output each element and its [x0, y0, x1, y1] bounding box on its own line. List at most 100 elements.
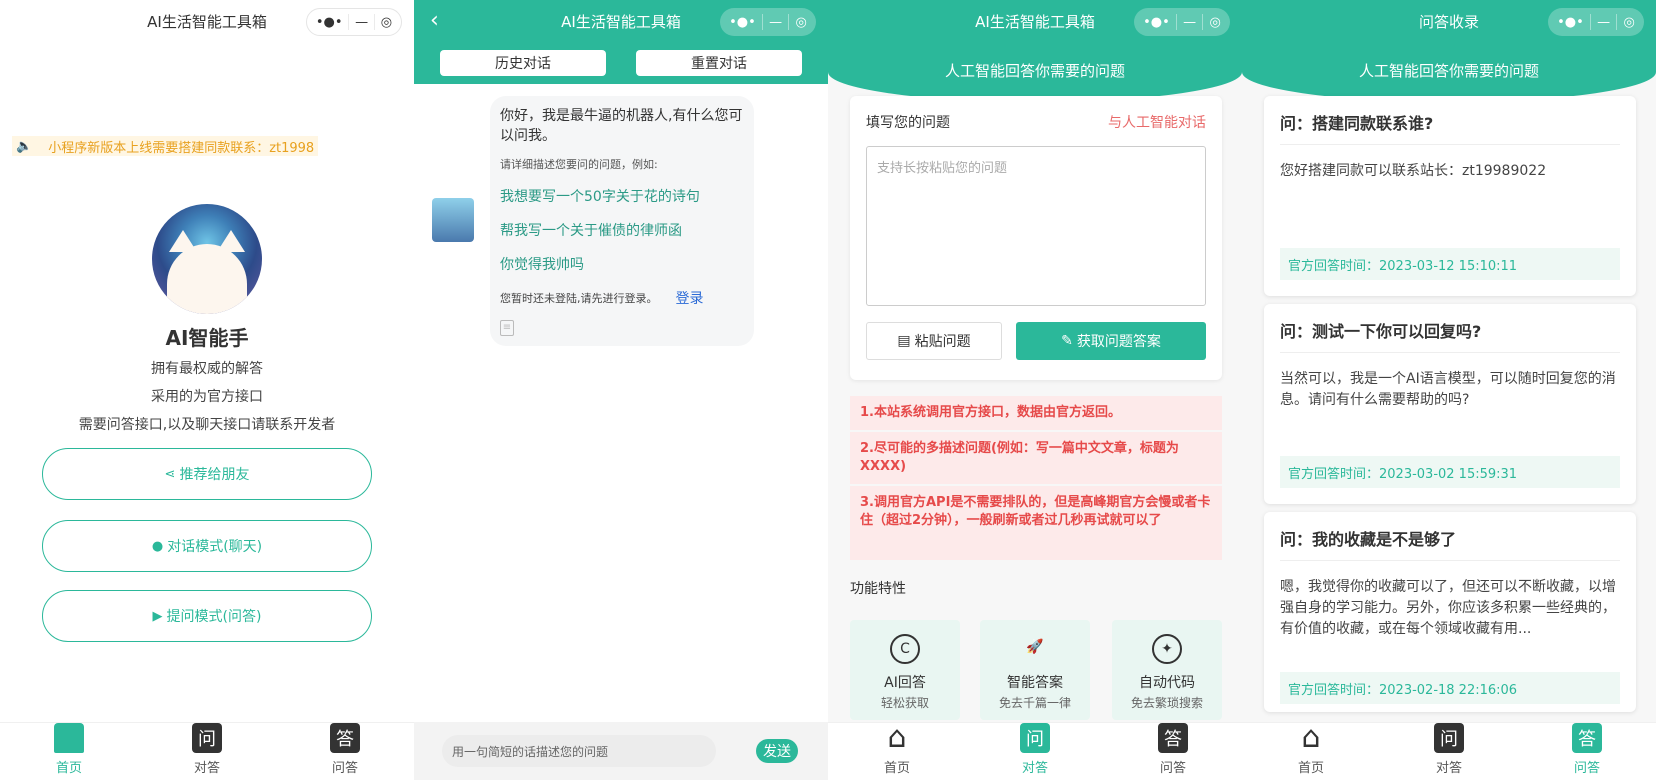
- speaker-icon: 🔈: [16, 138, 33, 154]
- share-button[interactable]: ⋖ 推荐给朋友: [42, 448, 372, 500]
- action-bar: 历史对话 重置对话: [414, 42, 828, 84]
- minimize-icon[interactable]: —: [1597, 15, 1610, 30]
- tab-label: 问答: [1159, 761, 1186, 776]
- header: ‹ AI生活智能工具箱 •●• — ◎: [414, 0, 828, 42]
- capsule-divider: [761, 14, 763, 30]
- description-line: 采用的为官方接口: [151, 389, 263, 405]
- home-icon: [54, 723, 84, 753]
- document-icon: ▤: [897, 333, 911, 349]
- more-icon[interactable]: •●•: [1557, 15, 1584, 30]
- close-icon[interactable]: ◎: [381, 15, 392, 30]
- notice-marquee: 🔈 小程序新版本上线需要搭建同款联系：zt1998: [12, 136, 319, 156]
- minimize-icon[interactable]: —: [769, 15, 782, 30]
- qa-mode-button[interactable]: ▶ 提问模式(问答): [42, 590, 372, 642]
- question-actions: ▤ 粘贴问题 ✎ 获取问题答案: [866, 322, 1206, 360]
- ask-icon: 问: [192, 723, 222, 753]
- qa-records-screen: 问答收录 •●• — ◎ 人工智能回答你需要的问题 问：搭建同款联系谁? 您好搭…: [1242, 0, 1656, 780]
- share-button-label: 推荐给朋友: [179, 467, 250, 483]
- tab-chat[interactable]: 问 对答: [167, 723, 247, 776]
- tab-label: 首页: [55, 761, 82, 776]
- capsule-divider: [1175, 14, 1177, 30]
- page-title: 问答收录: [1418, 12, 1479, 31]
- send-button[interactable]: 发送: [756, 739, 798, 763]
- get-answer-button[interactable]: ✎ 获取问题答案: [1016, 322, 1206, 360]
- chat-mode-button[interactable]: ● 对话模式(聊天): [42, 520, 372, 572]
- login-link[interactable]: 登录: [676, 288, 704, 308]
- qa-answer: 您好搭建同款可以联系站长：zt19989022: [1280, 163, 1547, 179]
- header: 问答收录 •●• — ◎: [1242, 0, 1656, 42]
- hexagon-icon: ✦: [1152, 634, 1182, 664]
- app-title: AI生活智能工具箱: [975, 12, 1095, 31]
- chat-mode-label: 对话模式(聊天): [167, 539, 263, 555]
- copy-icon[interactable]: ≡: [500, 320, 514, 336]
- capsule-divider: [373, 14, 375, 30]
- tab-qa[interactable]: 答 问答: [305, 723, 385, 776]
- play-icon: ▶: [152, 608, 163, 624]
- capsule-divider: [788, 14, 790, 30]
- more-icon[interactable]: •●•: [729, 15, 756, 30]
- feature-title: AI回答: [884, 675, 926, 691]
- message-input[interactable]: 用一句简短的话描述您的问题: [442, 735, 716, 767]
- hero-subtitle: 人工智能回答你需要的问题: [1358, 62, 1539, 80]
- paste-button[interactable]: ▤ 粘贴问题: [866, 322, 1002, 360]
- greeting-text: 你好，我是最牛逼的机器人,有什么您可以问我。: [500, 108, 743, 144]
- feature-card[interactable]: 🚀 智能答案 免去千篇一律: [980, 620, 1090, 720]
- close-icon[interactable]: ◎: [1624, 15, 1635, 30]
- capsule-divider: [1616, 14, 1618, 30]
- share-icon: ⋖: [164, 466, 176, 482]
- tab-label: 问答: [331, 761, 358, 776]
- back-icon[interactable]: ‹: [430, 8, 439, 33]
- qa-card[interactable]: 问：搭建同款联系谁? 您好搭建同款可以联系站长：zt19989022 官方回答时…: [1264, 96, 1636, 296]
- close-icon[interactable]: ◎: [1210, 15, 1221, 30]
- hero-banner: 人工智能回答你需要的问题: [1242, 42, 1656, 102]
- example-question[interactable]: 我想要写一个50字关于花的诗句: [500, 186, 744, 206]
- home-icon: ⌂: [1301, 720, 1321, 755]
- ask-screen: AI生活智能工具箱 •●• — ◎ 人工智能回答你需要的问题 填写您的问题 与人…: [828, 0, 1242, 780]
- qa-time: 官方回答时间：2023-03-12 15:10:11: [1280, 248, 1620, 280]
- human-chat-link[interactable]: 与人工智能对话: [1108, 112, 1206, 132]
- close-icon[interactable]: ◎: [796, 15, 807, 30]
- tab-chat[interactable]: 问 对答: [995, 723, 1075, 776]
- feature-card[interactable]: ✦ 自动代码 免去繁琐搜索: [1112, 620, 1222, 720]
- assistant-name: AI智能手: [165, 326, 249, 350]
- tab-label: 问答: [1573, 761, 1600, 776]
- header: AI生活智能工具箱 •●• — ◎: [0, 0, 414, 42]
- get-answer-label: 获取问题答案: [1076, 334, 1161, 350]
- minimize-icon[interactable]: —: [355, 15, 368, 30]
- qa-card[interactable]: 问：测试一下你可以回复吗? 当然可以，我是一个AI语言模型，可以随时回复您的消息…: [1264, 304, 1636, 504]
- tab-chat[interactable]: 问 对答: [1409, 723, 1489, 776]
- history-button[interactable]: 历史对话: [440, 50, 606, 76]
- more-icon[interactable]: •●•: [1143, 15, 1170, 30]
- tab-label: 对答: [1435, 761, 1462, 776]
- qa-mode-label: 提问模式(问答): [166, 609, 262, 625]
- login-tip: 您暂时还未登陆,请先进行登录。: [500, 292, 658, 305]
- home-icon: ⌂: [887, 720, 907, 755]
- question-card: 填写您的问题 与人工智能对话 支持长按粘贴您的问题 ▤ 粘贴问题 ✎ 获取问题答…: [850, 96, 1222, 380]
- reset-button[interactable]: 重置对话: [636, 50, 802, 76]
- qa-answer: 当然可以，我是一个AI语言模型，可以随时回复您的消息。请问有什么需要帮助的吗?: [1280, 371, 1616, 408]
- app-title: AI生活智能工具箱: [147, 12, 267, 31]
- message-bubble: 你好，我是最牛逼的机器人,有什么您可以问我。 请详细描述您要问的问题，例如: 我…: [490, 96, 754, 346]
- minimize-icon[interactable]: —: [1183, 15, 1196, 30]
- bot-avatar: [432, 198, 474, 242]
- answer-icon: 答: [1572, 723, 1602, 753]
- tab-qa[interactable]: 答 问答: [1133, 723, 1213, 776]
- tab-home[interactable]: 首页: [29, 723, 109, 776]
- feature-card[interactable]: C AI回答 轻松获取: [850, 620, 960, 720]
- question-textarea[interactable]: 支持长按粘贴您的问题: [866, 146, 1206, 306]
- example-question[interactable]: 你觉得我帅吗: [500, 254, 744, 274]
- tab-home[interactable]: ⌂ 首页: [1271, 720, 1351, 777]
- feature-title: 自动代码: [1139, 675, 1195, 691]
- notice-item: 1.本站系统调用官方接口，数据由官方返回。: [850, 396, 1222, 430]
- example-question[interactable]: 帮我写一个关于催债的律师函: [500, 220, 744, 240]
- more-icon[interactable]: •●•: [316, 15, 343, 30]
- marquee-text: 小程序新版本上线需要搭建同款联系：zt1998: [48, 140, 315, 156]
- description-line: 需要问答接口,以及聊天接口请联系开发者: [78, 417, 336, 433]
- edit-icon: ✎: [1061, 333, 1073, 349]
- answer-icon: 答: [330, 723, 360, 753]
- tab-qa[interactable]: 答 问答: [1547, 723, 1627, 776]
- avatar: [152, 204, 262, 314]
- tab-home[interactable]: ⌂ 首页: [857, 720, 937, 777]
- notice-item: 3.调用官方API是不需要排队的，但是高峰期官方会慢或者卡住（超过2分钟），一般…: [850, 486, 1222, 560]
- qa-card[interactable]: 问：我的收藏是不是够了 嗯，我觉得你的收藏可以了，但还可以不断收藏，以增强自身的…: [1264, 512, 1636, 712]
